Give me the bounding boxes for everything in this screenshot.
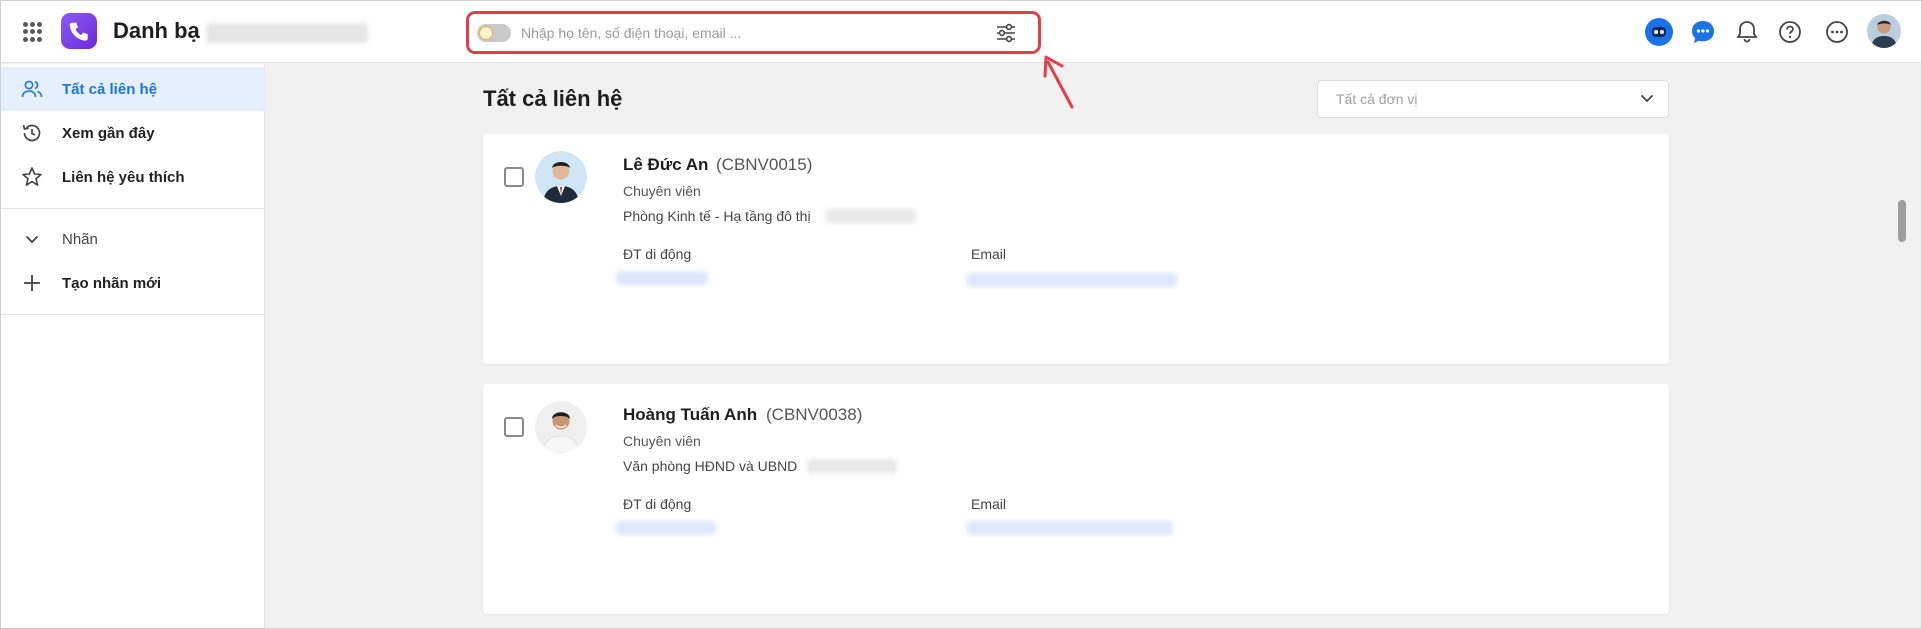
select-checkbox[interactable] xyxy=(504,417,524,437)
user-avatar[interactable] xyxy=(1867,14,1901,48)
email-label: Email xyxy=(971,246,1007,262)
sidebar-divider xyxy=(1,208,265,209)
scrollbar-thumb[interactable] xyxy=(1898,200,1906,242)
phone-label: ĐT di động xyxy=(623,496,692,512)
bot-icon[interactable] xyxy=(1644,17,1674,47)
help-icon[interactable] xyxy=(1775,17,1805,47)
history-icon xyxy=(22,124,41,142)
contacts-icon xyxy=(21,80,43,98)
search-bar xyxy=(471,15,1036,50)
phone-value-redacted[interactable] xyxy=(616,271,708,285)
contact-name[interactable]: Lê Đức An xyxy=(623,155,708,175)
apps-grid-icon[interactable] xyxy=(23,22,43,42)
contact-card[interactable]: Lê Đức An (CBNV0015) Chuyên viên Phòng K… xyxy=(483,134,1669,364)
chat-icon[interactable] xyxy=(1688,17,1718,47)
ai-search-toggle[interactable] xyxy=(477,24,511,42)
sliders-icon[interactable] xyxy=(995,22,1017,44)
contact-name[interactable]: Hoàng Tuấn Anh xyxy=(623,405,757,425)
unit-filter-select[interactable]: Tất cả đơn vị xyxy=(1317,80,1669,118)
email-value-redacted[interactable] xyxy=(967,521,1173,535)
phone-value-redacted[interactable] xyxy=(616,521,716,535)
contact-code: (CBNV0038) xyxy=(766,405,863,424)
star-icon xyxy=(22,167,42,187)
contact-department: Phòng Kinh tế - Hạ tầng đô thị xyxy=(623,208,811,224)
phone-label: ĐT di động xyxy=(623,246,692,262)
contact-card[interactable]: Hoàng Tuấn Anh (CBNV0038) Chuyên viên Vă… xyxy=(483,384,1669,614)
contact-role: Chuyên viên xyxy=(623,433,701,449)
app-title: Danh bạ xyxy=(113,18,200,43)
sidebar-item-label: Tạo nhãn mới xyxy=(62,275,162,292)
unit-filter-placeholder: Tất cả đơn vị xyxy=(1336,91,1418,107)
contact-code: (CBNV0015) xyxy=(716,155,813,174)
sidebar-item-label: Nhãn xyxy=(62,231,98,248)
phone-logo-icon xyxy=(61,13,97,49)
sidebar-item-label: Xem gần đây xyxy=(62,125,155,142)
chevron-down-icon xyxy=(1641,95,1653,103)
department-suffix-redacted xyxy=(826,209,916,223)
page-title: Tất cả liên hệ xyxy=(483,86,623,111)
top-bar: Danh bạ xyxy=(1,1,1921,63)
email-value-redacted[interactable] xyxy=(967,273,1177,287)
sidebar-item-recent[interactable]: Xem gần đây xyxy=(1,111,265,155)
bell-icon[interactable] xyxy=(1732,17,1762,47)
search-input[interactable] xyxy=(521,22,961,44)
sidebar: Tất cả liên hệ Xem gần đây Liên hệ yêu t… xyxy=(1,64,265,628)
sidebar-item-create-label[interactable]: Tạo nhãn mới xyxy=(1,261,265,305)
plus-icon xyxy=(24,275,40,291)
select-checkbox[interactable] xyxy=(504,167,524,187)
contact-avatar xyxy=(535,151,587,203)
more-icon[interactable] xyxy=(1822,17,1852,47)
contact-avatar xyxy=(535,401,587,453)
annotation-arrow xyxy=(1043,55,1074,109)
department-suffix-redacted xyxy=(807,459,897,473)
chevron-down-icon xyxy=(26,236,38,244)
sidebar-divider xyxy=(1,314,265,315)
sidebar-item-labels-toggle[interactable]: Nhãn xyxy=(1,217,265,261)
contact-role: Chuyên viên xyxy=(623,183,701,199)
sidebar-item-all-contacts[interactable]: Tất cả liên hệ xyxy=(1,67,265,111)
email-label: Email xyxy=(971,496,1007,512)
organization-name-redacted xyxy=(206,23,368,43)
sidebar-item-label: Tất cả liên hệ xyxy=(62,81,158,98)
contact-department: Văn phòng HĐND và UBND xyxy=(623,458,798,474)
sidebar-item-label: Liên hệ yêu thích xyxy=(62,169,185,186)
sidebar-item-favorites[interactable]: Liên hệ yêu thích xyxy=(1,155,265,199)
